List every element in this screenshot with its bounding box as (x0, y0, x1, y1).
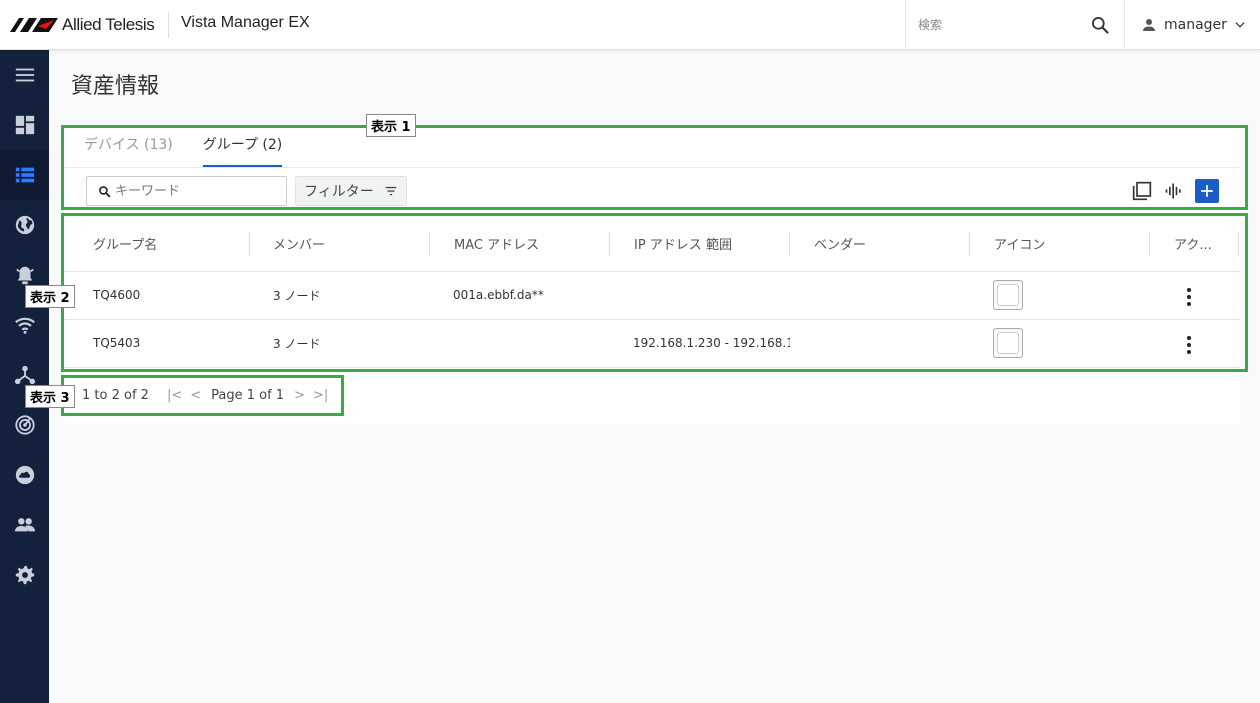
search-icon[interactable] (1090, 15, 1110, 35)
brand-name: Allied Telesis (62, 15, 155, 34)
annotation-box-1 (61, 125, 1248, 210)
annotation-label-2: 表示 2 (25, 285, 75, 308)
sidebar-item-settings[interactable] (0, 550, 49, 600)
annotation-box-3 (61, 375, 344, 416)
gear-icon (15, 565, 34, 585)
global-search (905, 0, 1125, 50)
allied-telesis-logo-icon (10, 18, 58, 32)
wifi-icon (14, 317, 35, 334)
dashboard-icon (15, 115, 34, 135)
app-header: Allied Telesis Vista Manager EX manager (0, 0, 1260, 50)
user-icon (1143, 19, 1155, 31)
globe-icon (15, 215, 34, 235)
search-input[interactable] (918, 15, 1078, 35)
sidebar-item-users[interactable] (0, 500, 49, 550)
annotation-box-2 (61, 213, 1248, 372)
menu-icon (15, 68, 34, 82)
sidebar (0, 50, 49, 703)
sidebar-item-cloud[interactable] (0, 450, 49, 500)
sidebar-item-dashboard[interactable] (0, 100, 49, 150)
sidebar-menu-toggle[interactable] (0, 50, 49, 100)
page-title: 資産情報 (71, 74, 160, 99)
brand-logo[interactable]: Allied Telesis (10, 14, 155, 36)
list-icon (15, 167, 34, 183)
users-icon (14, 518, 35, 532)
topology-icon (14, 365, 35, 385)
radar-icon (14, 415, 35, 435)
cloud-icon (15, 465, 34, 485)
header-divider (168, 12, 169, 38)
product-name: Vista Manager EX (181, 14, 310, 31)
user-menu[interactable]: manager (1140, 0, 1247, 50)
annotation-label-1: 表示 1 (366, 114, 416, 137)
alarm-icon (15, 266, 34, 285)
annotation-label-3: 表示 3 (25, 385, 75, 408)
user-name: manager (1164, 17, 1227, 33)
chevron-down-icon (1235, 22, 1245, 28)
sidebar-item-asset-list[interactable] (0, 150, 49, 200)
sidebar-item-globe[interactable] (0, 200, 49, 250)
